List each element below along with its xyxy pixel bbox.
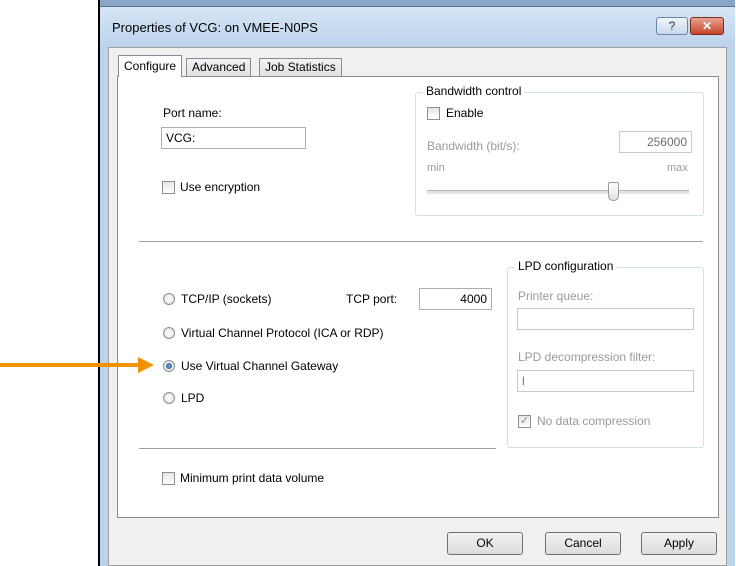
close-button[interactable]: ✕	[690, 17, 724, 35]
tab-job-statistics[interactable]: Job Statistics	[259, 58, 342, 76]
tcp-port-input[interactable]: 4000	[419, 288, 492, 310]
help-icon: ?	[668, 19, 676, 33]
use-encryption-label: Use encryption	[180, 180, 261, 194]
lpd-radio[interactable]	[163, 392, 175, 404]
minimum-print-data-volume-label: Minimum print data volume	[180, 471, 325, 485]
slider-max-label: max	[667, 162, 688, 174]
virtual-channel-protocol-radio[interactable]	[163, 327, 175, 339]
tcpip-radio[interactable]	[163, 293, 175, 305]
minimum-print-data-volume-checkbox[interactable]	[162, 472, 175, 485]
bandwidth-slider-thumb[interactable]	[608, 182, 619, 201]
window-left-edge	[98, 0, 100, 566]
tcpip-label: TCP/IP (sockets)	[181, 292, 272, 306]
ok-button[interactable]: OK	[447, 532, 523, 555]
no-data-compression-label: No data compression	[537, 414, 651, 428]
section-separator-top	[139, 241, 703, 242]
bandwidth-label: Bandwidth (bit/s):	[427, 139, 520, 153]
bandwidth-input[interactable]: 256000	[619, 131, 692, 153]
port-name-input[interactable]: VCG:	[161, 127, 306, 149]
title-bar[interactable]: Properties of VCG: on VMEE-N0PS ? ✕	[100, 7, 735, 47]
cancel-button[interactable]: Cancel	[545, 532, 621, 555]
lpd-decompression-filter-input[interactable]: l	[517, 370, 694, 392]
bandwidth-enable-checkbox[interactable]	[427, 107, 440, 120]
virtual-channel-protocol-label: Virtual Channel Protocol (ICA or RDP)	[181, 326, 384, 340]
bandwidth-control-title: Bandwidth control	[423, 84, 525, 98]
bandwidth-enable-label: Enable	[446, 106, 484, 120]
no-data-compression-checkbox[interactable]: ✓	[518, 415, 531, 428]
port-name-label: Port name:	[163, 106, 222, 120]
checkmark-icon: ✓	[519, 415, 530, 427]
close-icon: ✕	[701, 19, 713, 33]
bandwidth-slider-track[interactable]	[427, 190, 689, 195]
tab-configure[interactable]: Configure	[118, 55, 183, 77]
lpd-label: LPD	[181, 391, 205, 405]
apply-button[interactable]: Apply	[641, 532, 717, 555]
tcp-port-label: TCP port:	[346, 292, 398, 306]
annotation-arrow-head-icon	[138, 357, 154, 373]
tab-advanced[interactable]: Advanced	[186, 58, 252, 76]
slider-min-label: min	[427, 162, 445, 174]
virtual-channel-gateway-label: Use Virtual Channel Gateway	[181, 359, 339, 373]
annotation-arrow-line	[0, 363, 140, 367]
virtual-channel-gateway-radio[interactable]	[163, 360, 175, 372]
lpd-decompression-filter-label: LPD decompression filter:	[518, 350, 656, 364]
window-top-frame	[98, 0, 735, 7]
window-title: Properties of VCG: on VMEE-N0PS	[112, 20, 318, 35]
lpd-configuration-title: LPD configuration	[515, 259, 617, 273]
help-button[interactable]: ?	[656, 17, 688, 35]
section-separator-bottom	[139, 448, 496, 449]
printer-queue-label: Printer queue:	[518, 289, 594, 303]
use-encryption-checkbox[interactable]	[162, 181, 175, 194]
printer-queue-input[interactable]	[517, 308, 694, 330]
